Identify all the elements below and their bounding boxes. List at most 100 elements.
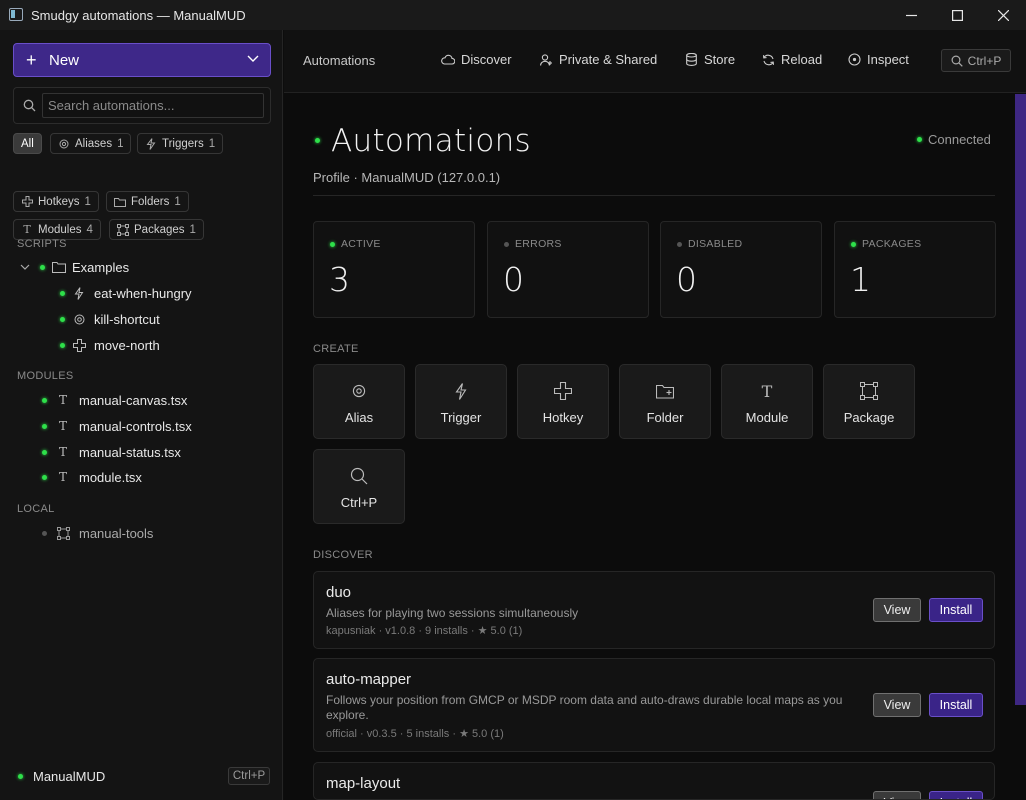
tile-label: Ctrl+P: [340, 495, 378, 510]
create-module-tile[interactable]: T Module: [721, 364, 813, 439]
scrollbar-thumb[interactable]: [1015, 94, 1026, 705]
filter-aliases-label: Aliases: [75, 137, 113, 150]
users-icon: [539, 53, 553, 67]
close-icon: [997, 9, 1009, 21]
filter-aliases-count: 1: [117, 137, 124, 150]
minimize-button[interactable]: [888, 0, 934, 30]
create-trigger-tile[interactable]: Trigger: [415, 364, 507, 439]
database-icon: [684, 53, 698, 67]
filter-folders-label: Folders: [131, 195, 170, 208]
status-dot: [330, 241, 335, 247]
modules-section-heading: MODULES: [17, 370, 74, 382]
command-palette-shortcut-label: Ctrl+P: [967, 53, 1002, 68]
create-package-tile[interactable]: Package: [823, 364, 915, 439]
script-move-north[interactable]: move-north: [60, 334, 160, 356]
command-palette-tile[interactable]: Ctrl+P: [313, 449, 405, 524]
trigger-icon: [72, 286, 86, 300]
local-item-manual-tools[interactable]: manual-tools: [42, 522, 153, 544]
filter-hotkeys[interactable]: Hotkeys 1: [13, 191, 99, 212]
filter-packages-count: 1: [189, 223, 196, 236]
new-button[interactable]: + New: [13, 43, 271, 77]
install-button[interactable]: Install: [929, 693, 983, 717]
hotkey-icon: [21, 196, 33, 208]
create-folder-tile[interactable]: Folder: [619, 364, 711, 439]
server-status[interactable]: ManualMUD: [18, 765, 105, 787]
create-hotkey-tile[interactable]: Hotkey: [517, 364, 609, 439]
maximize-icon: [951, 9, 963, 21]
minimize-icon: [905, 14, 917, 16]
divider: [313, 195, 995, 196]
close-window-button[interactable]: [980, 0, 1026, 30]
command-palette-shortcut[interactable]: Ctrl+P: [228, 767, 270, 785]
filter-packages-label: Packages: [134, 223, 185, 236]
module-name: manual-status.tsx: [79, 444, 181, 460]
view-button[interactable]: View: [873, 791, 921, 799]
module-icon: T: [761, 381, 773, 401]
command-palette-button[interactable]: Ctrl+P: [941, 49, 1011, 72]
filter-triggers[interactable]: Triggers 1: [137, 133, 224, 154]
filter-all-label: All: [21, 137, 34, 150]
maximize-button[interactable]: [934, 0, 980, 30]
module-name: manual-canvas.tsx: [79, 392, 188, 408]
script-name: eat-when-hungry: [94, 285, 192, 301]
filter-folders[interactable]: Folders 1: [106, 191, 189, 212]
store-button[interactable]: Store: [684, 52, 735, 67]
status-dot: [315, 138, 320, 143]
top-toolbar: Automations Discover Private & Shared St…: [284, 30, 1026, 93]
script-name: kill-shortcut: [94, 311, 160, 327]
filter-aliases[interactable]: Aliases 1: [50, 133, 132, 154]
view-button[interactable]: View: [873, 693, 921, 717]
server-name: ManualMUD: [33, 768, 106, 784]
script-kill-shortcut[interactable]: kill-shortcut: [60, 308, 160, 330]
module-icon: T: [58, 470, 67, 484]
discover-button[interactable]: Discover: [441, 52, 512, 67]
module-name: module.tsx: [79, 469, 142, 485]
stat-card-active: ACTIVE 3: [313, 221, 475, 318]
stat-value: 0: [503, 260, 524, 299]
status-dot: [42, 423, 47, 429]
filter-folders-count: 1: [174, 195, 181, 208]
module-item[interactable]: T manual-status.tsx: [42, 441, 181, 463]
app-icon: [9, 8, 23, 21]
reload-button[interactable]: Reload: [761, 52, 822, 67]
local-section-heading: LOCAL: [17, 503, 55, 515]
filter-modules[interactable]: T Modules 4: [13, 219, 101, 240]
package-card-map-layout: map-layout View Install: [313, 762, 995, 800]
module-item[interactable]: T manual-canvas.tsx: [42, 389, 187, 411]
package-name: map-layout: [326, 775, 401, 792]
package-card-auto-mapper: auto-mapper Follows your position from G…: [313, 658, 995, 752]
cloud-icon: [441, 53, 455, 67]
inspect-icon: [847, 53, 861, 67]
filter-modules-label: Modules: [38, 223, 82, 236]
discover-label: Discover: [461, 52, 512, 67]
package-icon: [117, 223, 129, 236]
create-alias-tile[interactable]: Alias: [313, 364, 405, 439]
inspect-button[interactable]: Inspect: [847, 52, 909, 67]
status-dot: [60, 316, 65, 322]
package-icon: [859, 381, 879, 401]
package-description: Follows your position from GMCP or MSDP …: [326, 693, 843, 722]
package-description: Aliases for playing two sessions simulta…: [326, 606, 579, 620]
stat-label: DISABLED: [688, 238, 743, 250]
module-name: manual-controls.tsx: [79, 418, 192, 434]
module-item[interactable]: T module.tsx: [42, 466, 142, 488]
search-input[interactable]: [42, 93, 264, 118]
connection-status: Connected: [917, 132, 991, 147]
install-button[interactable]: Install: [929, 598, 983, 622]
search-icon: [951, 54, 963, 67]
new-button-label: New: [49, 51, 80, 69]
filter-all[interactable]: All: [13, 133, 42, 154]
tile-label: Alias: [344, 410, 374, 425]
private-shared-button[interactable]: Private & Shared: [539, 52, 657, 67]
module-item[interactable]: T manual-controls.tsx: [42, 415, 192, 437]
filter-packages[interactable]: Packages 1: [109, 219, 204, 240]
tile-label: Package: [843, 410, 895, 425]
breadcrumb[interactable]: Automations: [303, 53, 375, 68]
window-titlebar: Smudgy automations — ManualMUD: [0, 0, 1026, 30]
view-button[interactable]: View: [873, 598, 921, 622]
script-eat-when-hungry[interactable]: eat-when-hungry: [60, 282, 192, 304]
install-button[interactable]: Install: [929, 791, 983, 799]
status-dot: [60, 342, 65, 348]
package-meta: official · v0.3.5 · 5 installs · ★ 5.0 (…: [326, 728, 504, 740]
folder-examples[interactable]: Examples: [20, 256, 129, 278]
